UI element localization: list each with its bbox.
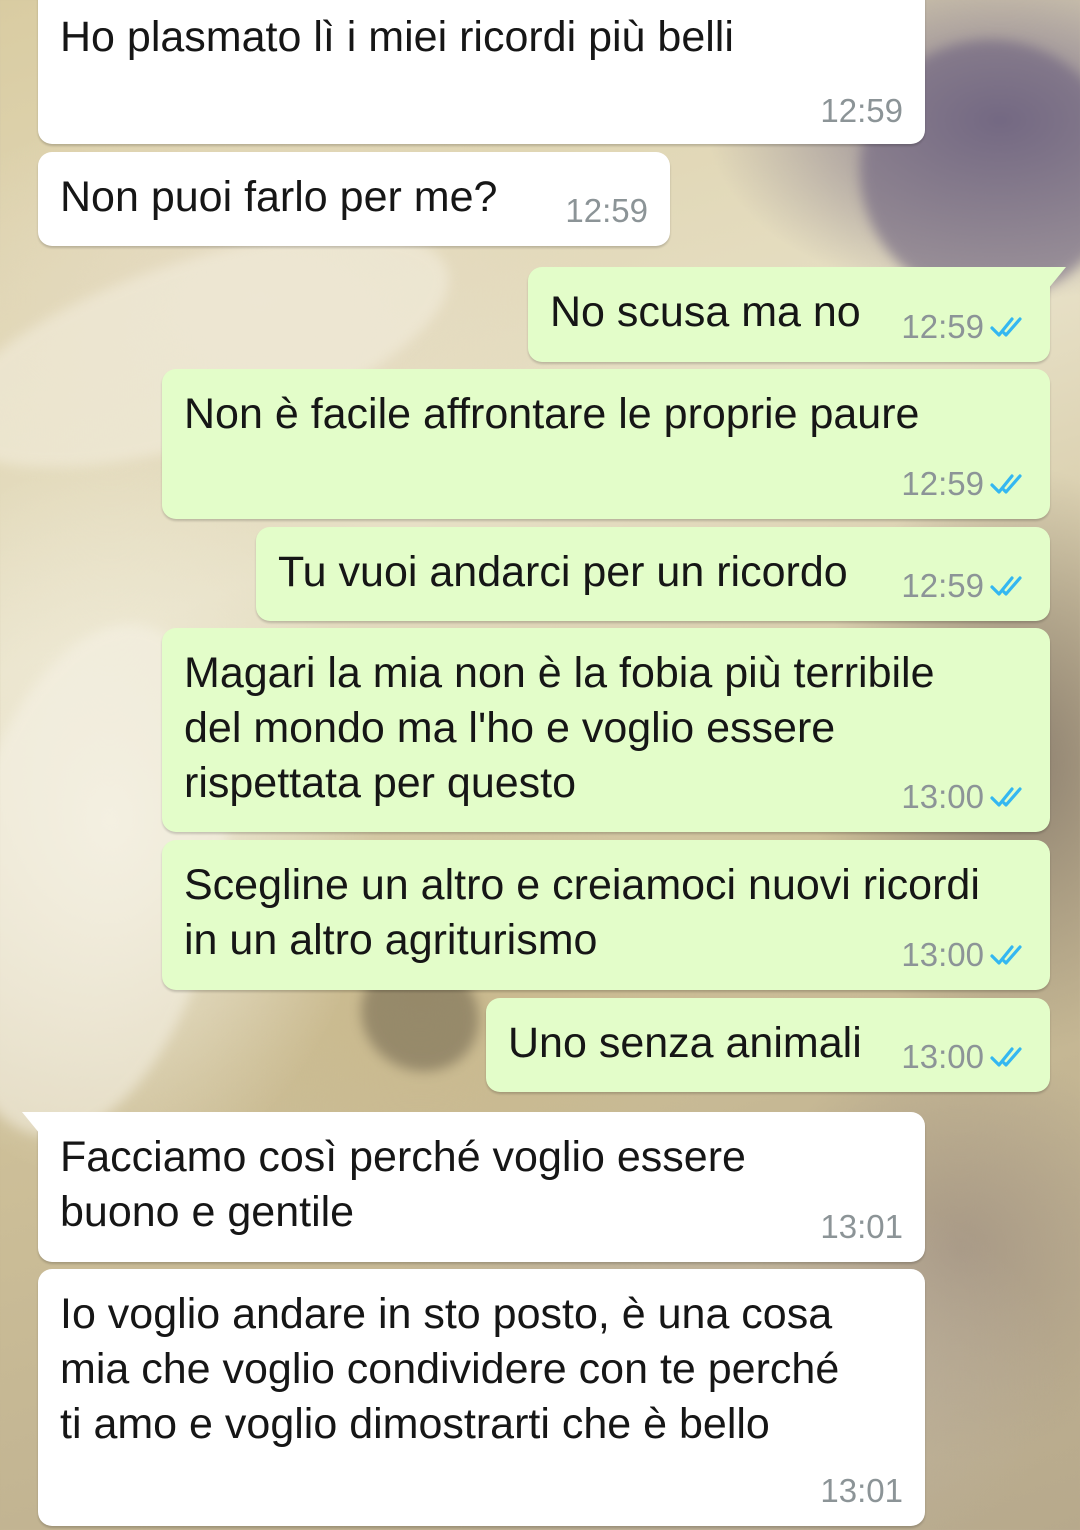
message-meta: 12:59 <box>820 92 903 130</box>
message-bubble-outgoing[interactable]: Scegline un altro e creiamoci nuovi rico… <box>162 840 1050 990</box>
message-meta: 13:01 <box>820 1472 903 1510</box>
message-text: No scusa ma no <box>550 288 861 336</box>
message-bubble-outgoing[interactable]: Magari la mia non è la fobia più terribi… <box>162 628 1050 832</box>
message-time: 13:00 <box>901 1038 984 1075</box>
message-bubble-outgoing[interactable]: No scusa ma no 12:59 <box>528 267 1066 362</box>
message-time: 13:00 <box>901 778 984 815</box>
message-meta: 13:01 <box>820 1208 903 1246</box>
message-text: Non puoi farlo per me? <box>60 173 498 221</box>
message-time: 12:59 <box>901 567 984 604</box>
message-bubble-incoming[interactable]: Facciamo così perché voglio essere buono… <box>22 1112 925 1262</box>
message-bubble-incoming[interactable]: Io voglio andare in sto posto, è una cos… <box>38 1269 925 1526</box>
message-meta: 13:00 <box>901 778 1028 816</box>
double-check-icon <box>990 576 1022 596</box>
message-meta: 12:59 <box>565 192 648 230</box>
message-time: 12:59 <box>565 192 648 229</box>
message-time: 13:01 <box>820 1472 903 1509</box>
message-bubble-incoming[interactable]: Non puoi farlo per me? 12:59 <box>38 152 670 246</box>
message-text: Non è facile affrontare le proprie paure <box>184 390 920 438</box>
message-time: 12:59 <box>901 308 984 345</box>
double-check-icon <box>990 787 1022 807</box>
message-time: 12:59 <box>901 465 984 502</box>
message-bubble-outgoing[interactable]: Non è facile affrontare le proprie paure… <box>162 369 1050 519</box>
message-meta: 12:59 <box>901 308 1028 346</box>
double-check-icon <box>990 317 1022 337</box>
message-meta: 12:59 <box>901 567 1028 605</box>
message-time: 12:59 <box>820 92 903 129</box>
message-time: 13:01 <box>820 1208 903 1245</box>
message-bubble-incoming[interactable]: Ho plasmato lì i miei ricordi più belli … <box>38 0 925 144</box>
message-text: Io voglio andare in sto posto, è una cos… <box>60 1290 840 1448</box>
message-text: Scegline un altro e creiamoci nuovi rico… <box>184 861 980 964</box>
message-meta: 13:00 <box>901 1038 1028 1076</box>
message-text: Uno senza animali <box>508 1019 862 1067</box>
double-check-icon <box>990 474 1022 494</box>
message-meta: 12:59 <box>901 465 1028 503</box>
double-check-icon <box>990 1047 1022 1067</box>
message-text: Ho plasmato lì i miei ricordi più belli <box>60 13 734 61</box>
message-text: Magari la mia non è la fobia più terribi… <box>184 649 935 807</box>
double-check-icon <box>990 945 1022 965</box>
message-bubble-outgoing[interactable]: Uno senza animali 13:00 <box>486 998 1050 1092</box>
message-text: Tu vuoi andarci per un ricordo <box>278 548 848 596</box>
message-time: 13:00 <box>901 936 984 973</box>
message-meta: 13:00 <box>901 936 1028 974</box>
message-text: Facciamo così perché voglio essere buono… <box>60 1133 746 1236</box>
message-bubble-outgoing[interactable]: Tu vuoi andarci per un ricordo 12:59 <box>256 527 1050 621</box>
